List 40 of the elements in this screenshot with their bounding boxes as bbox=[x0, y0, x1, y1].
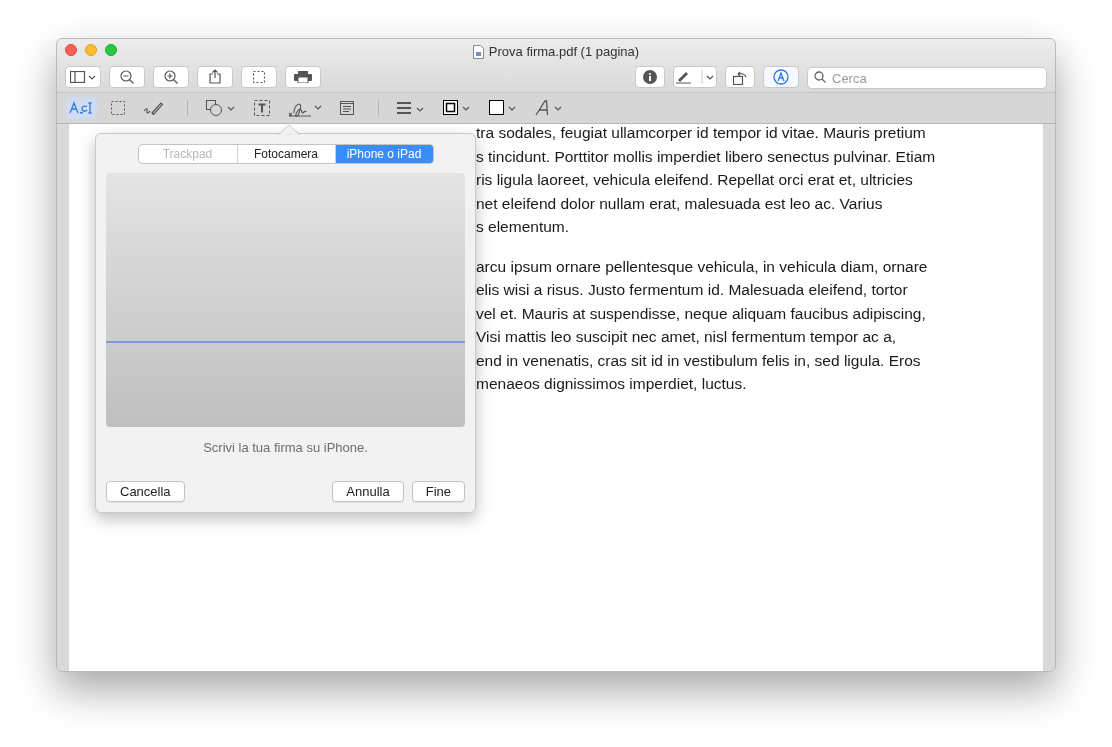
printer-icon bbox=[294, 70, 312, 83]
document-text-line: menaeos dignissimos imperdiet, luctus. bbox=[476, 374, 747, 394]
dialog-button[interactable]: Fine bbox=[411, 481, 465, 502]
document-text-line: arcu ipsum ornare pellentesque vehicula, in vehicula diam, ornare bbox=[476, 256, 928, 277]
zoom-in-icon bbox=[164, 69, 178, 84]
instruction-text: Scrivi la tua firma su iPhone. bbox=[203, 439, 368, 457]
close-button[interactable] bbox=[65, 44, 77, 56]
document-text-line: vel et. Mauris at suspendisse, neque aliquam faucibus adipiscing, bbox=[476, 303, 926, 324]
text-selection-tool[interactable] bbox=[65, 97, 97, 119]
info-icon bbox=[643, 69, 657, 84]
info-button[interactable] bbox=[635, 65, 665, 88]
share-icon bbox=[209, 69, 221, 84]
document-text-line: Visi mattis leo suscipit nec amet, nisl fermentum tempor ac a, bbox=[476, 327, 897, 347]
markup-button[interactable] bbox=[763, 65, 799, 88]
search-field[interactable]: Cerca bbox=[807, 67, 1047, 89]
search-icon bbox=[814, 70, 826, 83]
document-text-line: tra sodales, feugiat ullamcorper id tempor id vitae. Mauris pretium bbox=[476, 123, 926, 143]
window-title: Prova firma.pdf (1 pagina) bbox=[488, 43, 640, 61]
rotate-button[interactable] bbox=[725, 65, 755, 88]
document-text-line: ris ligula laoreet, vehicula eleifend. Repellat orci erat et, ultricies bbox=[476, 170, 913, 190]
document-text-line: s elementum. bbox=[476, 217, 570, 237]
selection-icon bbox=[253, 70, 265, 83]
highlighter-button[interactable] bbox=[673, 65, 717, 88]
dialog-button[interactable]: Cancella bbox=[106, 481, 185, 502]
zoom-out-button[interactable] bbox=[109, 65, 145, 88]
sidebar-button[interactable] bbox=[65, 65, 101, 88]
printer-button[interactable] bbox=[285, 65, 321, 88]
highlighter-icon bbox=[675, 69, 715, 84]
dialog-button[interactable]: Annulla bbox=[332, 481, 404, 502]
zoom-in-button[interactable] bbox=[153, 65, 189, 88]
document-text-line: elis wisi a risus. Justo fermentum id. Malesuada eleifend, tortor bbox=[476, 280, 908, 300]
share-button[interactable] bbox=[197, 65, 233, 88]
document-text-line: end in venenatis, cras sit id in vestibulum felis in, sed ligula. Eros bbox=[476, 350, 921, 371]
segment-tab[interactable]: Fotocamera bbox=[236, 145, 335, 163]
document-icon bbox=[472, 44, 484, 59]
markup-icon bbox=[773, 68, 789, 85]
sidebar-icon bbox=[70, 70, 96, 83]
zoom-out-icon bbox=[120, 69, 134, 84]
document-text-line: net eleifend dolor nullam erat, malesuada est leo ac. Varius bbox=[476, 193, 883, 214]
document-text-line: s tincidunt. Porttitor mollis imperdiet libero senectus pulvinar. Etiam bbox=[476, 146, 936, 167]
